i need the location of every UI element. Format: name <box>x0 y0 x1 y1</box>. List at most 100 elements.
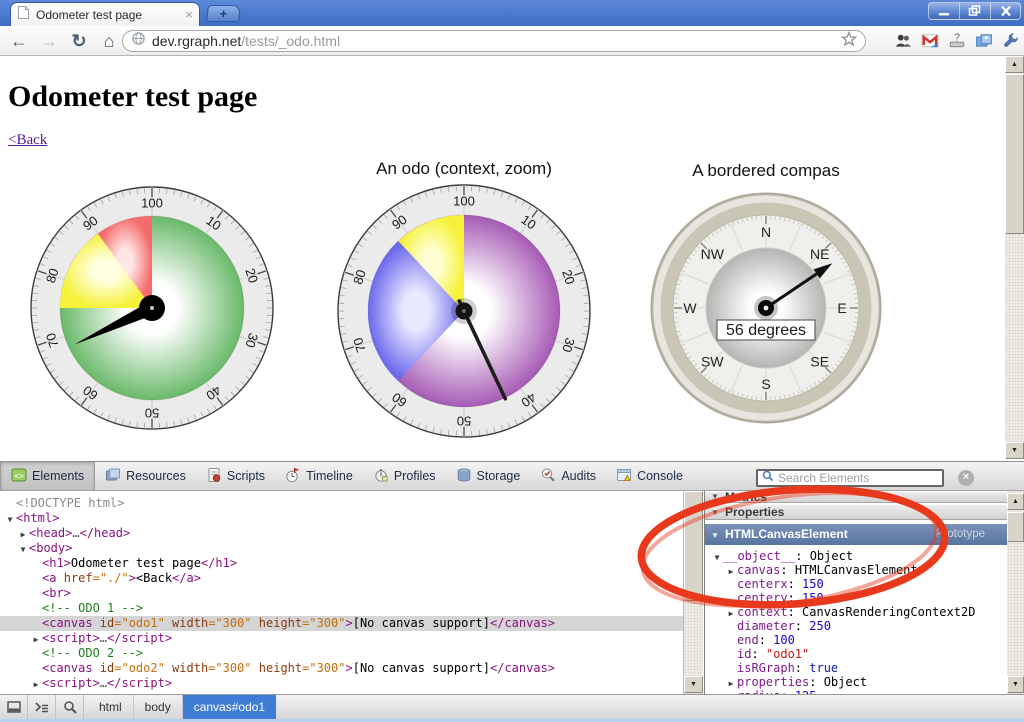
code-tag: <html> <box>16 511 59 525</box>
dom-row[interactable]: <canvas id="odo2" width="300" height="30… <box>0 661 683 676</box>
photos-extension-icon[interactable] <box>975 32 993 50</box>
browser-tab[interactable]: Odometer test page × <box>10 2 200 26</box>
tree-right-arrow-icon[interactable]: ▶ <box>17 527 29 542</box>
property-value: Object <box>810 549 853 563</box>
svg-text:100: 100 <box>453 194 475 209</box>
dom-row[interactable]: <h1>Odometer test page</h1> <box>0 556 683 571</box>
back-link[interactable]: <Back <box>8 132 47 149</box>
show-console-button[interactable] <box>28 695 56 719</box>
forward-button[interactable]: → <box>36 29 62 53</box>
devtools-tab-console[interactable]: Console <box>606 462 693 490</box>
devtools-tab-scripts[interactable]: Scripts <box>196 462 275 490</box>
property-row-canvas[interactable]: ▶canvas: HTMLCanvasElement <box>705 563 1007 577</box>
scrollbar-thumb[interactable] <box>1007 512 1024 542</box>
inspect-element-button[interactable] <box>56 695 84 719</box>
dom-row[interactable]: <!-- ODO 2 --> <box>0 646 683 661</box>
properties-section-header[interactable]: ▼ Properties <box>705 504 1007 520</box>
page-scrollbar[interactable]: ▲ ▼ <box>1005 56 1024 459</box>
devtools-search-box[interactable] <box>756 469 944 487</box>
scroll-up-arrow[interactable]: ▲ <box>1007 493 1024 510</box>
dom-row[interactable]: ▶<script>…</script> <box>0 631 683 646</box>
close-button[interactable] <box>990 2 1021 20</box>
breadcrumb-html[interactable]: html <box>88 695 134 719</box>
browser-toolbar: ← → ↻ ⌂ dev.rgraph.net/tests/_odo.html ? <box>0 26 1024 56</box>
property-row-end[interactable]: end: 100 <box>705 633 1007 647</box>
dom-row-selected[interactable]: <canvas id="odo1" width="300" height="30… <box>0 616 683 631</box>
dom-row[interactable]: <br> <box>0 586 683 601</box>
devtools-tab-label: Scripts <box>227 469 265 483</box>
code-com: <!-- ODO 2 --> <box>42 646 143 660</box>
property-value: CanvasRenderingContext2D <box>802 605 975 619</box>
dock-to-window-button[interactable] <box>0 695 28 719</box>
restore-button[interactable] <box>959 2 990 20</box>
breadcrumb-canvasodo1[interactable]: canvas#odo1 <box>183 695 276 719</box>
code-tag: </canvas> <box>490 616 555 630</box>
bookmark-star-icon[interactable] <box>841 31 857 52</box>
home-button[interactable]: ⌂ <box>96 29 122 53</box>
breadcrumb-body[interactable]: body <box>134 695 183 719</box>
back-button[interactable]: ← <box>6 29 32 53</box>
devtools-tab-audits[interactable]: Audits <box>530 462 606 490</box>
prototype-label: Prototype <box>936 524 985 545</box>
scrollbar-thumb[interactable] <box>684 491 703 601</box>
metrics-section-header[interactable]: ▼ Metrics <box>705 491 1007 503</box>
scrollbar-thumb[interactable] <box>1005 74 1024 234</box>
new-tab-button[interactable]: + <box>206 5 241 22</box>
devtools-tab-resources[interactable]: Resources <box>95 462 196 490</box>
code-tag: <a <box>42 571 64 585</box>
dom-row[interactable]: <!-- ODO 1 --> <box>0 601 683 616</box>
sidebar-scrollbar[interactable]: ▲ ▼ <box>1007 491 1024 694</box>
tree-right-arrow-icon[interactable]: ▶ <box>30 677 42 692</box>
search-input[interactable] <box>778 471 928 485</box>
dom-row[interactable]: ▶<head>…</head> <box>0 526 683 541</box>
elements-panel-scrollbar[interactable]: ▼ <box>683 491 703 694</box>
svg-text:50: 50 <box>457 413 471 428</box>
dom-row[interactable]: ▶<script>…</script> <box>0 676 683 691</box>
devtools-close-icon[interactable]: × <box>958 470 974 486</box>
elements-dom-tree: <!DOCTYPE html>▼<html>▶<head>…</head>▼<b… <box>0 491 683 694</box>
odometer-canvas-odo2: 102030405060708090100 <box>335 182 593 440</box>
property-row-context[interactable]: ▶context: CanvasRenderingContext2D <box>705 605 1007 619</box>
properties-class-row[interactable]: ▼ HTMLCanvasElement Prototype <box>705 524 1007 545</box>
property-row-object[interactable]: ▼__object__: Object <box>705 549 1007 563</box>
property-row-diameter[interactable]: diameter: 250 <box>705 619 1007 633</box>
tab-close-icon[interactable]: × <box>185 8 193 21</box>
scroll-up-arrow[interactable]: ▲ <box>1005 56 1024 73</box>
people-extension-icon[interactable] <box>894 32 912 50</box>
gmail-extension-icon[interactable] <box>921 32 939 50</box>
property-row-properties[interactable]: ▶properties: Object <box>705 675 1007 689</box>
scroll-down-arrow[interactable]: ▼ <box>1007 676 1024 693</box>
devtools-toolbar: <>ElementsResources Scripts TimelineProfil… <box>0 461 1024 491</box>
property-row-centerx[interactable]: centerx: 150 <box>705 577 1007 591</box>
tree-down-arrow-icon[interactable]: ▼ <box>4 512 16 527</box>
dom-row[interactable]: <a href="./"><Back</a> <box>0 571 683 586</box>
property-name: centerx <box>737 577 788 591</box>
dom-row[interactable]: ▼<html> <box>0 511 683 526</box>
address-bar[interactable]: dev.rgraph.net/tests/_odo.html <box>122 30 866 52</box>
tree-down-arrow-icon[interactable]: ▼ <box>711 551 723 565</box>
tree-right-arrow-icon[interactable]: ▶ <box>30 632 42 647</box>
reload-button[interactable]: ↻ <box>66 29 92 53</box>
page-favicon-icon <box>17 5 30 25</box>
code-tag: > <box>345 661 352 675</box>
property-row-isRGraph[interactable]: isRGraph: true <box>705 661 1007 675</box>
dom-row[interactable]: <!DOCTYPE html> <box>0 496 683 511</box>
property-value: "odo1" <box>766 647 809 661</box>
property-value: HTMLCanvasElement <box>795 563 918 577</box>
property-row-centery[interactable]: centery: 150 <box>705 591 1007 605</box>
devtools-tab-elements[interactable]: <>Elements <box>0 462 95 490</box>
devtools-tab-timeline[interactable]: Timeline <box>275 462 363 490</box>
scroll-down-arrow[interactable]: ▼ <box>1005 442 1024 459</box>
dom-row[interactable]: ▼<body> <box>0 541 683 556</box>
devtools-tab-profiles[interactable]: Profiles <box>363 462 446 490</box>
wrench-icon[interactable] <box>1002 32 1020 50</box>
property-name: end <box>737 633 759 647</box>
property-row-id[interactable]: id: "odo1" <box>705 647 1007 661</box>
devtools-tab-storage[interactable]: Storage <box>446 462 531 490</box>
window-controls <box>928 2 1021 20</box>
help-extension-icon[interactable]: ? <box>948 32 966 50</box>
property-value: Object <box>824 675 867 689</box>
scroll-down-arrow[interactable]: ▼ <box>684 676 703 693</box>
tree-down-arrow-icon[interactable]: ▼ <box>17 542 29 557</box>
minimize-button[interactable] <box>928 2 959 20</box>
